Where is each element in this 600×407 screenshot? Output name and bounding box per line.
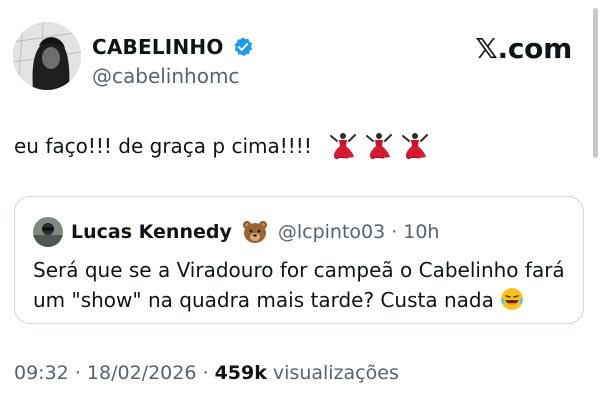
tears-of-joy-icon <box>501 288 524 310</box>
quoted-tweet-text: Será que se a Viradouro for campeã o Cab… <box>33 258 565 312</box>
bear-face-icon <box>242 221 267 243</box>
author-name-row[interactable]: CABELINHO <box>92 35 254 59</box>
quoted-separator: · <box>391 221 398 243</box>
quoted-handle[interactable]: @lcpinto03 <box>278 221 385 243</box>
author-display-name[interactable]: CABELINHO <box>92 35 224 59</box>
tweet-text-row: eu faço!!! de graça p cima!!!! <box>14 131 430 161</box>
views-label: visualizações <box>272 362 399 384</box>
tweet-meta: 09:32 · 18/02/2026 · 459k visualizações <box>14 362 399 384</box>
scrollbar[interactable] <box>593 8 598 158</box>
quoted-tweet-card[interactable]: Lucas Kennedy @lcpinto03 · 10h Será que … <box>14 196 584 324</box>
author-avatar[interactable] <box>13 22 81 90</box>
tweet-time[interactable]: 09:32 <box>14 362 69 384</box>
quoted-tweet-header: Lucas Kennedy @lcpinto03 · 10h <box>33 217 439 247</box>
quoted-display-name[interactable]: Lucas Kennedy <box>71 221 232 243</box>
dancer-icon <box>329 133 356 160</box>
dancer-icon <box>365 133 392 160</box>
tweet-date[interactable]: 18/02/2026 <box>87 362 197 384</box>
views-count: 459k <box>214 362 267 384</box>
quoted-tweet-body: Será que se a Viradouro for campeã o Cab… <box>33 255 573 315</box>
author-handle[interactable]: @cabelinhomc <box>92 64 239 88</box>
x-logo-watermark: 𝕏.com <box>475 32 572 65</box>
quoted-author-avatar[interactable] <box>33 217 63 247</box>
tweet-text: eu faço!!! de graça p cima!!!! <box>14 134 312 158</box>
verified-badge-icon <box>234 37 252 57</box>
meta-separator: · <box>74 362 81 384</box>
dancer-icon <box>401 133 428 160</box>
quoted-timestamp[interactable]: 10h <box>403 221 439 243</box>
meta-separator: · <box>202 362 209 384</box>
